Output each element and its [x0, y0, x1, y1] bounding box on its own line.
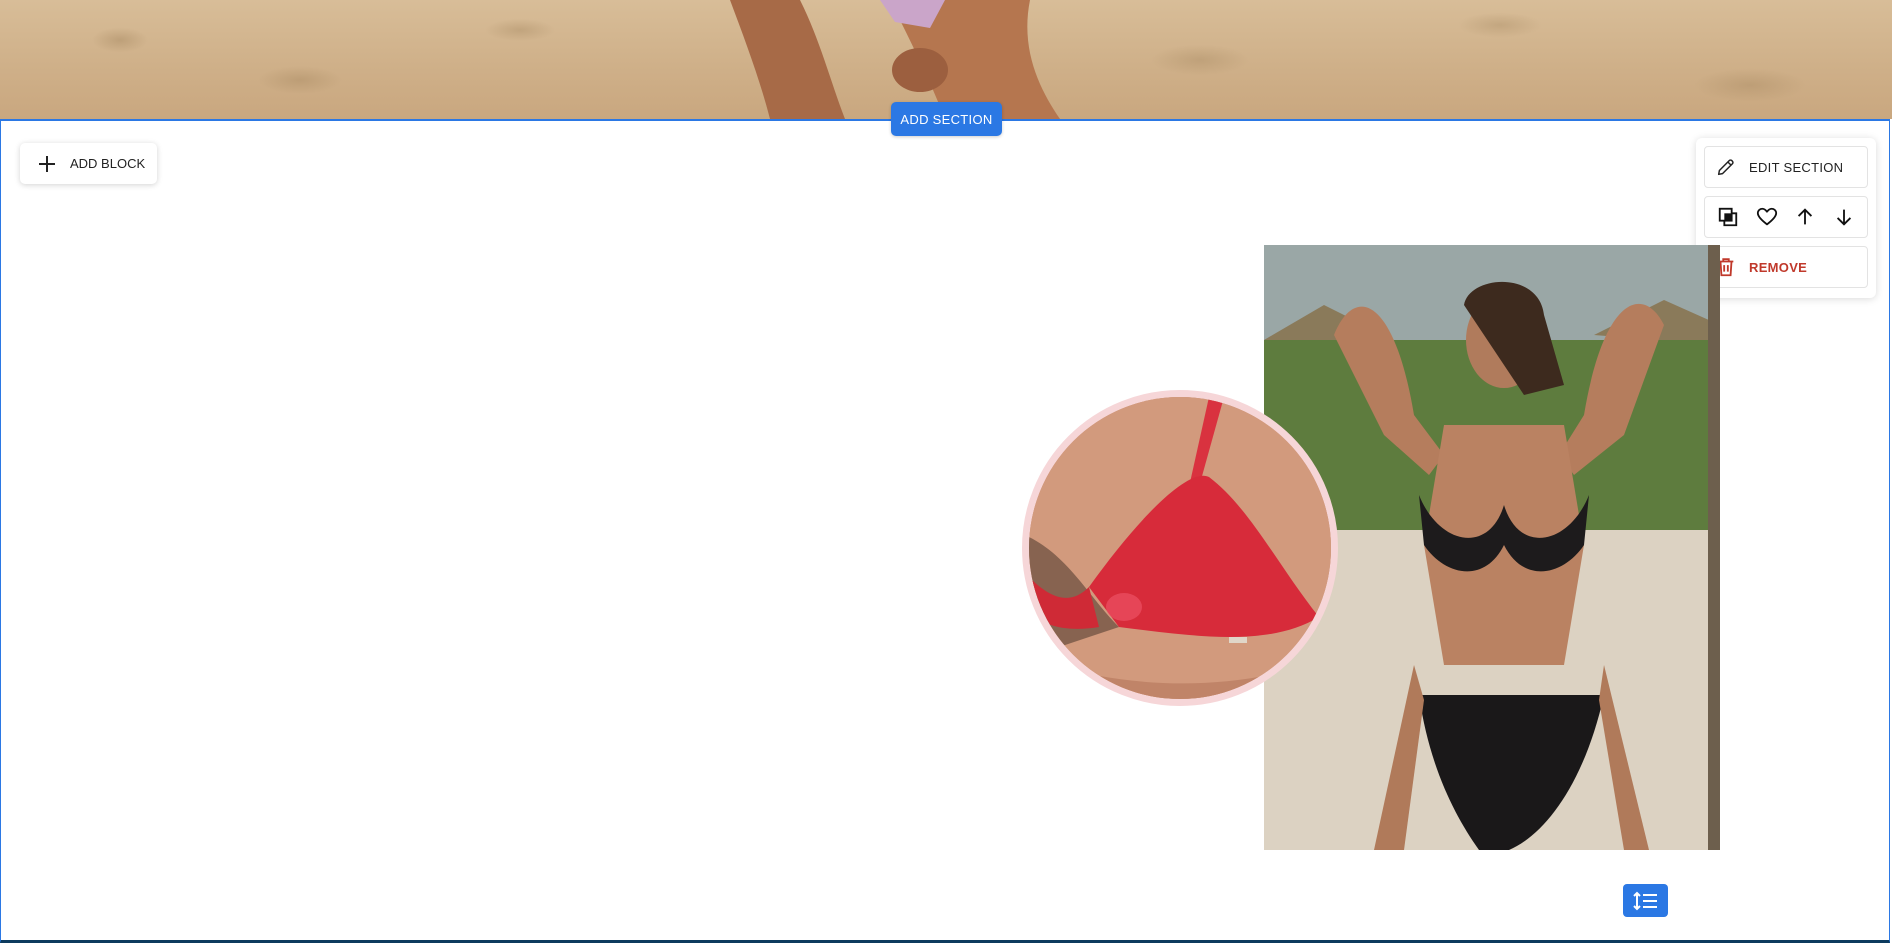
circle-photo[interactable]	[1022, 390, 1338, 706]
page-editor: ADD SECTION ADD BLOCK EDIT SECTION REMOV…	[0, 0, 1892, 945]
plus-icon	[36, 153, 58, 175]
heart-icon[interactable]	[1756, 206, 1778, 228]
pencil-icon	[1717, 159, 1734, 176]
circle-photo-figure	[1029, 397, 1331, 699]
edit-section-button[interactable]: EDIT SECTION	[1704, 146, 1868, 188]
remove-label: REMOVE	[1749, 259, 1808, 275]
add-block-button[interactable]: ADD BLOCK	[20, 143, 157, 184]
line-height-button[interactable]	[1623, 884, 1668, 917]
arrow-down-icon[interactable]	[1833, 206, 1855, 228]
duplicate-icon[interactable]	[1717, 206, 1739, 228]
remove-section-button[interactable]: REMOVE	[1704, 246, 1868, 288]
add-section-button[interactable]: ADD SECTION	[891, 102, 1002, 136]
line-height-icon	[1632, 891, 1657, 910]
arrow-up-icon[interactable]	[1794, 206, 1816, 228]
section-actions-row	[1704, 196, 1868, 238]
section-toolbar: EDIT SECTION REMOVE	[1696, 138, 1876, 298]
edit-section-label: EDIT SECTION	[1749, 159, 1844, 175]
add-block-label: ADD BLOCK	[70, 156, 146, 171]
